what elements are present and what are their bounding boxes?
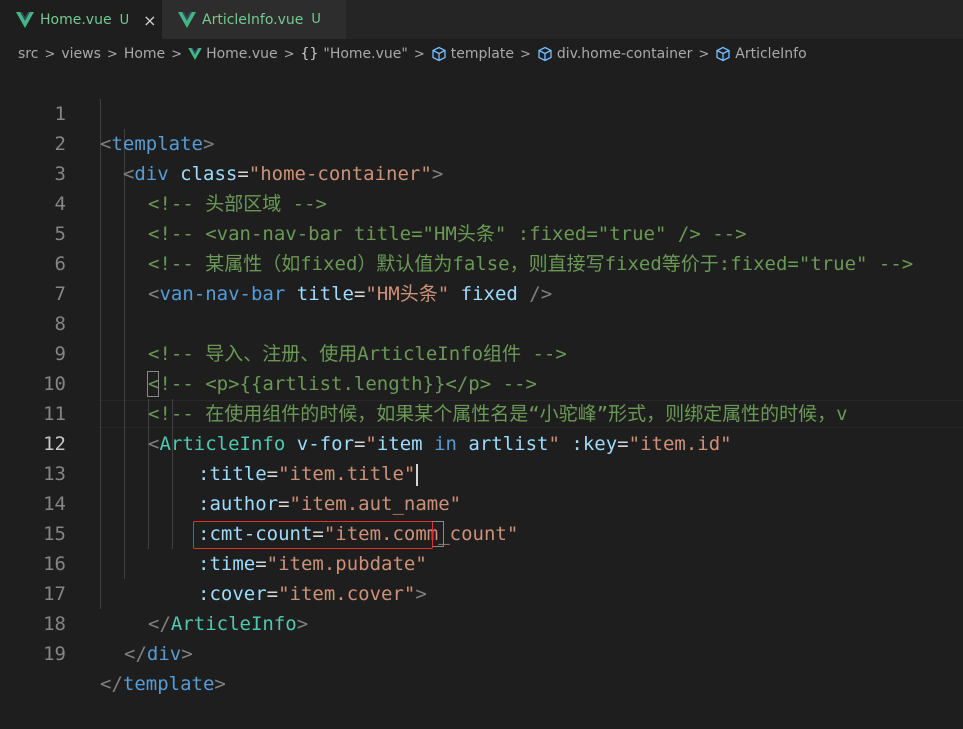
code-line-13: 13 :author="item.aut_name" bbox=[0, 429, 963, 515]
breadcrumb-separator: > bbox=[698, 46, 710, 62]
code-content: </div> bbox=[124, 639, 193, 669]
close-icon[interactable]: × bbox=[143, 11, 156, 30]
breadcrumb-item-div[interactable]: div.home-container bbox=[537, 46, 693, 62]
cube-icon bbox=[716, 46, 730, 62]
tag-bracket: > bbox=[214, 673, 226, 695]
untracked-badge: U bbox=[119, 12, 130, 28]
tag-bracket: > bbox=[181, 643, 193, 665]
breadcrumb-div-label: div.home-container bbox=[556, 46, 693, 62]
breadcrumb-item-views[interactable]: views bbox=[61, 46, 101, 62]
breadcrumb-item-template[interactable]: template bbox=[431, 46, 514, 62]
code-line-3: 3 <!-- 头部区域 --> bbox=[0, 129, 963, 215]
code-line-16: 16 :cover="item.cover"> bbox=[0, 519, 963, 605]
tab-label: Home.vue bbox=[40, 12, 112, 28]
vue-icon bbox=[178, 11, 196, 28]
code-line-15: 15 :time="item.pubdate" bbox=[0, 489, 963, 575]
code-line-10: 10 <!-- 在使用组件的时候，如果某个属性名是“小驼峰”形式，则绑定属性的时… bbox=[0, 339, 963, 425]
code-line-7: 7 bbox=[0, 249, 963, 305]
code-line-9: 9 <!-- <p>{{artlist.length}}</p> --> bbox=[0, 309, 963, 395]
code-line-8: 8 <!-- 导入、注册、使用ArticleInfo组件 --> bbox=[0, 279, 963, 365]
code-line-19: 19 </template> bbox=[0, 609, 963, 695]
code-line-11: 11 <ArticleInfo v-for="item in artlist" … bbox=[0, 369, 963, 455]
breadcrumb-item-home[interactable]: Home bbox=[124, 46, 165, 62]
vue-icon bbox=[16, 12, 34, 28]
tag-name: div bbox=[146, 643, 182, 665]
bracket-match-highlight bbox=[432, 521, 444, 547]
tag-name: template bbox=[122, 673, 215, 695]
code-editor[interactable]: 1 <template> 2 <div class="home-containe… bbox=[0, 69, 963, 695]
cube-icon bbox=[432, 46, 446, 62]
breadcrumb-item-file[interactable]: Home.vue bbox=[188, 46, 278, 62]
breadcrumb-articleinfo-label: ArticleInfo bbox=[735, 46, 807, 62]
breadcrumb-separator: > bbox=[519, 46, 531, 62]
code-content: </template> bbox=[100, 669, 226, 699]
breadcrumb-item-src[interactable]: src bbox=[18, 46, 38, 62]
code-line-5: 5 <!-- 某属性（如fixed）默认值为false，则直接写fixed等价于… bbox=[0, 189, 963, 275]
breadcrumb-separator: > bbox=[283, 46, 295, 62]
tab-bar: Home.vue U × ArticleInfo.vue U bbox=[0, 0, 963, 39]
tab-articleinfo-vue[interactable]: ArticleInfo.vue U bbox=[162, 0, 347, 39]
braces-icon: {} bbox=[300, 46, 319, 62]
code-line-12: 12 :title="item.title" bbox=[0, 399, 963, 486]
bracket-match-highlight bbox=[147, 371, 159, 397]
code-line-1: 1 <template> bbox=[0, 69, 963, 155]
tag-bracket: </ bbox=[100, 673, 123, 695]
breadcrumb-template-label: template bbox=[450, 46, 514, 62]
tab-home-vue[interactable]: Home.vue U × bbox=[0, 0, 162, 39]
cube-icon bbox=[538, 46, 552, 62]
breadcrumb-file-label: Home.vue bbox=[206, 46, 278, 62]
code-line-14: 14 :cmt-count="item.comm_count" bbox=[0, 459, 963, 545]
code-line-4: 4 <!-- <van-nav-bar title="HM头条" :fixed=… bbox=[0, 159, 963, 245]
breadcrumb-separator: > bbox=[106, 46, 118, 62]
code-line-18: 18 </div> bbox=[0, 579, 963, 665]
code-line-6: 6 <van-nav-bar title="HM头条" fixed /> bbox=[0, 219, 963, 305]
untracked-badge: U bbox=[311, 12, 321, 27]
breadcrumb-item-articleinfo[interactable]: ArticleInfo bbox=[715, 46, 807, 62]
annotation-highlight-box bbox=[193, 521, 433, 549]
breadcrumb-separator: > bbox=[44, 46, 56, 62]
vue-icon bbox=[188, 48, 202, 60]
line-number: 19 bbox=[43, 643, 66, 665]
code-line-2: 2 <div class="home-container"> bbox=[0, 99, 963, 185]
breadcrumb-module-label: "Home.vue" bbox=[323, 46, 408, 62]
tab-label: ArticleInfo.vue bbox=[202, 11, 304, 28]
code-line-17: 17 </ArticleInfo> bbox=[0, 549, 963, 635]
breadcrumb-separator: > bbox=[171, 46, 183, 62]
breadcrumb-separator: > bbox=[413, 46, 425, 62]
tag-bracket: </ bbox=[124, 643, 147, 665]
breadcrumb-item-module[interactable]: {} "Home.vue" bbox=[301, 46, 408, 62]
breadcrumb: src > views > Home > Home.vue > {} "Home… bbox=[0, 39, 963, 69]
